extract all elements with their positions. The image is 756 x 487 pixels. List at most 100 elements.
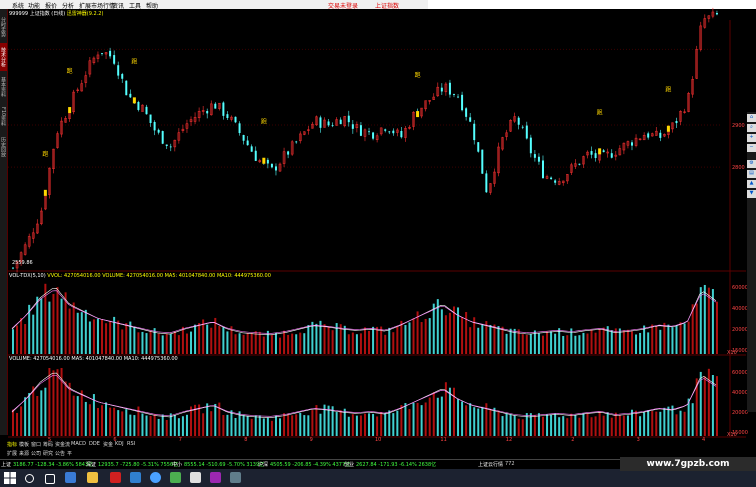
vol2-volume-bar	[505, 413, 508, 436]
vol1-volume-bar	[222, 327, 225, 354]
app-icon-5[interactable]	[150, 472, 161, 483]
vol1-volume-bar	[161, 335, 164, 354]
ticker-label-sz[interactable]: 深证	[86, 461, 96, 468]
tab-research[interactable]: 研究	[43, 450, 53, 457]
candle-body-down	[145, 106, 148, 115]
vol1-volume-bar	[363, 327, 366, 354]
vol2-volume-bar	[384, 413, 387, 436]
tab-macd[interactable]: MACD	[71, 441, 86, 447]
vol1-volume-bar	[355, 334, 358, 354]
candle-body-down	[254, 150, 257, 161]
windows-start-icon[interactable]	[4, 472, 16, 484]
vol1-axis-label: 40000	[732, 306, 748, 312]
app-icon-9[interactable]	[230, 472, 241, 483]
tab-chips[interactable]: 筹码	[43, 441, 53, 448]
chart-icon[interactable]: ▤	[747, 170, 756, 178]
ticker-label-sh[interactable]: 上证	[1, 461, 11, 468]
app-icon-3[interactable]	[110, 472, 121, 483]
tab-rsi[interactable]: RSI	[127, 441, 135, 447]
ticker-label-cloud[interactable]: 上证云行情	[478, 461, 503, 468]
tab-announce[interactable]: 公告	[55, 450, 65, 457]
tab-kdj[interactable]: KDJ	[115, 441, 124, 447]
app-icon-1[interactable]	[65, 472, 76, 483]
vol2-volume-bar	[643, 412, 646, 436]
zoom-in-icon[interactable]: +	[747, 134, 756, 142]
app-icon-8[interactable]	[210, 472, 221, 483]
vol1-volume-bar	[258, 331, 261, 354]
search-taskbar-icon[interactable]	[25, 474, 34, 483]
tab-capital-flow[interactable]: 资金流	[55, 441, 70, 448]
app-icon-4[interactable]	[130, 472, 141, 483]
vol2-volume-bar	[667, 406, 670, 436]
tab-window[interactable]: 窗口	[31, 441, 41, 448]
ticker-value-sme: 8555.14 -510.69 -5.70% 3139亿	[184, 462, 265, 468]
tab-dde[interactable]: DDE	[89, 441, 100, 447]
vol1-volume-bar	[173, 331, 176, 354]
vol-panel-1-unit: X10	[727, 350, 737, 356]
app-icon-7[interactable]	[190, 472, 201, 483]
watermark: www.7gpzb.com	[620, 457, 756, 471]
vol1-volume-bar	[198, 323, 201, 354]
vol2-volume-bar	[291, 415, 294, 436]
vol-panel-2-header: VOLUME: 427054016.00 MA5: 401047840.00 M…	[9, 356, 178, 362]
vol2-volume-bar	[489, 409, 492, 436]
vol1-volume-bar	[541, 335, 544, 354]
vol2-volume-bar	[372, 413, 375, 436]
vol2-volume-bar	[141, 413, 144, 436]
vol2-volume-bar	[44, 387, 47, 436]
vol2-volume-bar	[428, 397, 431, 436]
vol1-volume-bar	[226, 331, 229, 354]
app-icon-2[interactable]	[87, 472, 98, 483]
vol2-volume-bar	[36, 395, 39, 436]
vol2-volume-bar	[287, 414, 290, 436]
vol1-volume-bar	[683, 323, 686, 354]
vol2-volume-bar	[493, 407, 496, 436]
vol2-volume-bar	[56, 369, 59, 436]
vol2-volume-bar	[517, 418, 520, 436]
vol1-volume-bar	[246, 333, 249, 354]
candle-body-down	[448, 82, 451, 95]
tab-template[interactable]: 模板	[19, 441, 29, 448]
vol2-volume-bar	[153, 414, 156, 436]
ticker-label-hs[interactable]: 沪深	[258, 461, 268, 468]
tab-funds[interactable]: 资金	[103, 441, 113, 448]
plus-icon[interactable]: ▲	[747, 180, 756, 188]
zoom-out-icon[interactable]: −	[747, 144, 756, 152]
vol1-volume-bar	[639, 332, 642, 354]
vol1-volume-bar	[20, 318, 23, 354]
minus-icon[interactable]: ▼	[747, 190, 756, 198]
vol1-volume-bar	[287, 334, 290, 354]
vol1-volume-bar	[440, 309, 443, 354]
vol2-volume-bar	[262, 418, 265, 436]
ticker-label-sme[interactable]: 中小	[172, 461, 182, 468]
vol2-volume-bar	[574, 414, 577, 436]
vol1-volume-bar	[250, 332, 253, 354]
vol2-volume-bar	[715, 376, 718, 436]
tab-indicator[interactable]: 指标	[7, 441, 17, 448]
vol2-volume-bar	[339, 410, 342, 436]
vol2-volume-bar	[497, 410, 500, 436]
app-icon-6[interactable]	[170, 472, 181, 483]
vol1-volume-bar	[562, 335, 565, 354]
search-icon[interactable]: ⌕	[747, 124, 756, 132]
task-view-icon[interactable]	[45, 474, 55, 484]
vol2-volume-bar	[647, 410, 650, 436]
tab-company[interactable]: 公司	[31, 450, 41, 457]
vol1-volume-bar	[254, 331, 257, 354]
vol2-volume-bar	[465, 405, 468, 436]
vol2-volume-bar	[52, 370, 55, 436]
vol1-volume-bar	[242, 334, 245, 354]
ticker-value-hs: 4505.59 -206.85 -4.39% 4377亿	[270, 462, 351, 468]
tab-extend[interactable]: 扩展	[7, 450, 17, 457]
tab-flat[interactable]: 平	[67, 450, 72, 457]
settings-icon[interactable]: ⚙	[747, 160, 756, 168]
ticker-label-cy[interactable]: 创业	[344, 461, 354, 468]
vol1-volume-bar	[610, 330, 613, 354]
vol2-volume-bar	[226, 414, 229, 436]
vol2-volume-bar	[461, 401, 464, 436]
candle-body-down	[109, 50, 112, 57]
chart-area[interactable]: 跑跑跑跑跑跑跑 28002900600004000020000150006000…	[0, 0, 756, 487]
tab-source[interactable]: 来源	[19, 450, 29, 457]
home-icon[interactable]: ⌂	[747, 114, 756, 122]
vol2-volume-bar	[626, 415, 629, 436]
